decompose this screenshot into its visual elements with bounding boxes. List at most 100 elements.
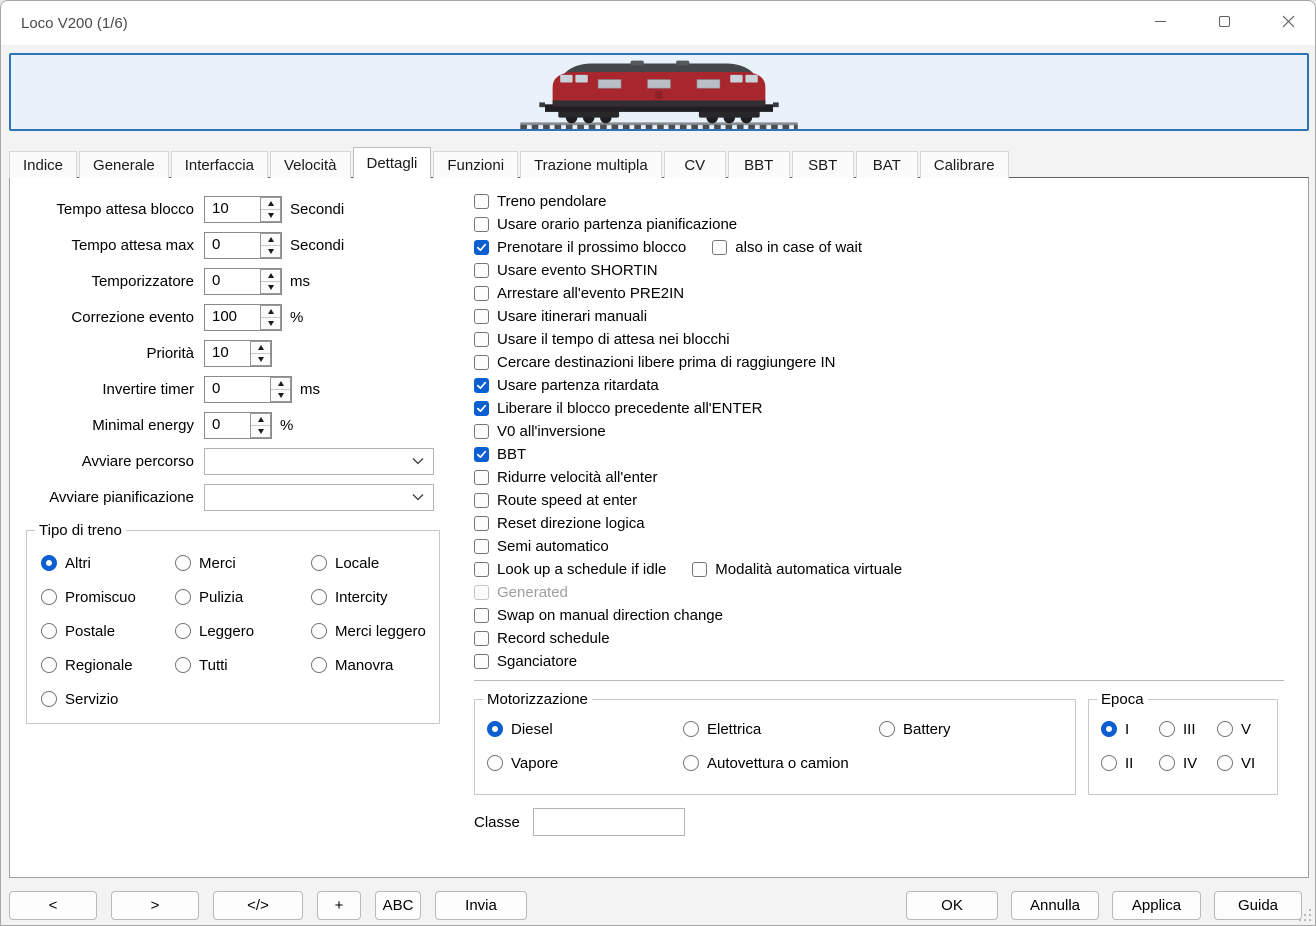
radio-i[interactable]: I: [1101, 712, 1159, 746]
checkbox-reset-direzione-logica[interactable]: Reset direzione logica: [474, 515, 645, 532]
spin-input[interactable]: 0: [205, 377, 270, 402]
checkbox-v0-all-inversione[interactable]: V0 all'inversione: [474, 423, 606, 440]
tab-funzioni[interactable]: Funzioni: [433, 151, 518, 178]
maximize-button[interactable]: [1201, 3, 1247, 39]
radio-autovettura-o-camion[interactable]: Autovettura o camion: [683, 746, 879, 780]
spin-input[interactable]: 0: [205, 413, 250, 438]
radio-vapore[interactable]: Vapore: [487, 746, 683, 780]
tab-indice[interactable]: Indice: [9, 151, 77, 178]
tab-trazione-multipla[interactable]: Trazione multipla: [520, 151, 662, 178]
checkbox-bbt[interactable]: BBT: [474, 446, 526, 463]
radio-iv[interactable]: IV: [1159, 746, 1217, 780]
tab-sbt[interactable]: SBT: [792, 151, 854, 178]
radio-merci[interactable]: Merci: [175, 546, 311, 580]
checkbox-record-schedule[interactable]: Record schedule: [474, 630, 610, 647]
tab-cv[interactable]: CV: [664, 151, 726, 178]
checkbox-semi-automatico[interactable]: Semi automatico: [474, 538, 609, 555]
spin-down-button[interactable]: [261, 317, 280, 329]
spin-input[interactable]: 0: [205, 269, 260, 294]
radio-regionale[interactable]: Regionale: [41, 648, 175, 682]
tab-bat[interactable]: BAT: [856, 151, 918, 178]
radio-iii[interactable]: III: [1159, 712, 1217, 746]
checkbox-look-up-a-schedule-if-idle[interactable]: Look up a schedule if idle: [474, 561, 666, 578]
checkbox-treno-pendolare[interactable]: Treno pendolare: [474, 193, 607, 210]
spin-up-button[interactable]: [251, 414, 270, 425]
radio-altri[interactable]: Altri: [41, 546, 175, 580]
classe-input[interactable]: [533, 808, 685, 836]
radio-postale[interactable]: Postale: [41, 614, 175, 648]
checkbox-usare-il-tempo-di-attesa-nei-blocchi[interactable]: Usare il tempo di attesa nei blocchi: [474, 331, 730, 348]
radio-v[interactable]: V: [1217, 712, 1275, 746]
spin-down-button[interactable]: [251, 353, 270, 365]
tab-bbt[interactable]: BBT: [728, 151, 790, 178]
radio-pulizia[interactable]: Pulizia: [175, 580, 311, 614]
checkbox-sganciatore[interactable]: Sganciatore: [474, 653, 577, 670]
add-button[interactable]: +: [317, 891, 361, 920]
abc-button[interactable]: ABC: [375, 891, 421, 920]
spin-up-button[interactable]: [271, 378, 290, 389]
checkbox-swap-on-manual-direction-change[interactable]: Swap on manual direction change: [474, 607, 723, 624]
radio-diesel[interactable]: Diesel: [487, 712, 683, 746]
tab-calibrare[interactable]: Calibrare: [920, 151, 1009, 178]
checkbox-usare-evento-shortin[interactable]: Usare evento SHORTIN: [474, 262, 658, 279]
prev-button[interactable]: <: [9, 891, 97, 920]
tab-interfaccia[interactable]: Interfaccia: [171, 151, 268, 178]
spin-input[interactable]: 100: [205, 305, 260, 330]
code-button[interactable]: </>: [213, 891, 303, 920]
spin-up-button[interactable]: [261, 198, 280, 209]
radio-manovra[interactable]: Manovra: [311, 648, 426, 682]
spin-down-button[interactable]: [261, 245, 280, 257]
radio-ii[interactable]: II: [1101, 746, 1159, 780]
checkbox-modalit-automatica-virtuale[interactable]: Modalità automatica virtuale: [692, 561, 902, 578]
checkbox-also-in-case-of-wait[interactable]: also in case of wait: [712, 239, 862, 256]
tab-velocit[interactable]: Velocità: [270, 151, 351, 178]
spin-down-button[interactable]: [251, 425, 270, 437]
checkbox-cercare-destinazioni-libere-prima-di-raggiungere-in[interactable]: Cercare destinazioni libere prima di rag…: [474, 354, 836, 371]
era-legend: Epoca: [1097, 691, 1148, 708]
radio-locale[interactable]: Locale: [311, 546, 426, 580]
radio-vi[interactable]: VI: [1217, 746, 1275, 780]
next-button[interactable]: >: [111, 891, 199, 920]
radio-leggero[interactable]: Leggero: [175, 614, 311, 648]
ok-button[interactable]: OK: [906, 891, 998, 920]
triangle-up-icon: [268, 273, 274, 278]
checkbox-usare-orario-partenza-pianificazione[interactable]: Usare orario partenza pianificazione: [474, 216, 737, 233]
checkbox-prenotare-il-prossimo-blocco[interactable]: Prenotare il prossimo blocco: [474, 239, 686, 256]
spin-input[interactable]: 10: [205, 341, 250, 366]
help-button[interactable]: Guida: [1214, 891, 1302, 920]
radio-elettrica[interactable]: Elettrica: [683, 712, 879, 746]
radio-servizio[interactable]: Servizio: [41, 682, 175, 716]
spin-down-button[interactable]: [271, 389, 290, 401]
spin-down-button[interactable]: [261, 209, 280, 221]
tab-dettagli[interactable]: Dettagli: [353, 147, 432, 179]
radio-tutti[interactable]: Tutti: [175, 648, 311, 682]
field-unit: Secondi: [290, 201, 344, 218]
spin-input[interactable]: 10: [205, 197, 260, 222]
radio-battery[interactable]: Battery: [879, 712, 1075, 746]
spin-up-button[interactable]: [261, 306, 280, 317]
checkbox-ridurre-velocit-all-enter[interactable]: Ridurre velocità all'enter: [474, 469, 657, 486]
minimize-button[interactable]: [1137, 3, 1183, 39]
checkbox-route-speed-at-enter[interactable]: Route speed at enter: [474, 492, 637, 509]
close-button[interactable]: [1265, 3, 1311, 39]
checkbox-liberare-il-blocco-precedente-all-enter[interactable]: Liberare il blocco precedente all'ENTER: [474, 400, 763, 417]
spin-input[interactable]: 0: [205, 233, 260, 258]
apply-button[interactable]: Applica: [1112, 891, 1201, 920]
cancel-button[interactable]: Annulla: [1011, 891, 1099, 920]
invia-button[interactable]: Invia: [435, 891, 527, 920]
resize-grip-icon[interactable]: [1299, 909, 1312, 922]
checkbox-arrestare-all-evento-pre2in[interactable]: Arrestare all'evento PRE2IN: [474, 285, 684, 302]
combo-avviare-percorso[interactable]: [204, 448, 434, 475]
combo-avviare-pianificazione[interactable]: [204, 484, 434, 511]
radio-intercity[interactable]: Intercity: [311, 580, 426, 614]
title-bar[interactable]: Loco V200 (1/6): [1, 1, 1315, 45]
spin-up-button[interactable]: [251, 342, 270, 353]
tab-generale[interactable]: Generale: [79, 151, 169, 178]
checkbox-usare-itinerari-manuali[interactable]: Usare itinerari manuali: [474, 308, 647, 325]
spin-down-button[interactable]: [261, 281, 280, 293]
radio-merci-leggero[interactable]: Merci leggero: [311, 614, 426, 648]
radio-promiscuo[interactable]: Promiscuo: [41, 580, 175, 614]
checkbox-usare-partenza-ritardata[interactable]: Usare partenza ritardata: [474, 377, 659, 394]
spin-up-button[interactable]: [261, 234, 280, 245]
spin-up-button[interactable]: [261, 270, 280, 281]
